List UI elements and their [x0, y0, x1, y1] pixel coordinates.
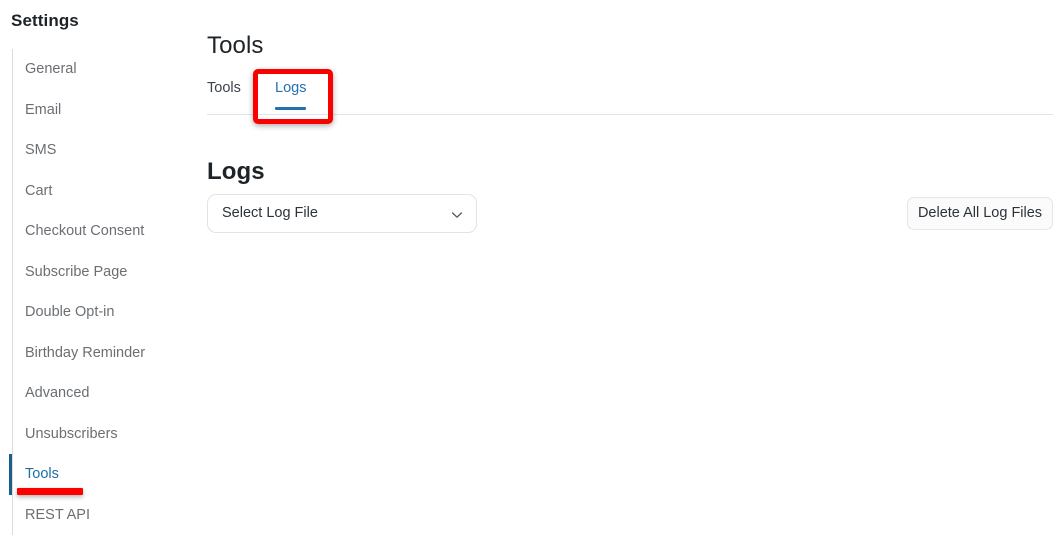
section-heading-logs: Logs	[207, 157, 265, 185]
sidebar-item-birthday-reminder[interactable]: Birthday Reminder	[13, 333, 196, 374]
delete-all-log-files-button[interactable]: Delete All Log Files	[907, 197, 1053, 230]
sidebar-item-label: REST API	[25, 506, 91, 523]
sidebar-item-subscribe-page[interactable]: Subscribe Page	[13, 252, 196, 293]
sidebar-item-label: General	[25, 61, 77, 77]
sidebar-item-tools[interactable]: Tools	[9, 454, 196, 495]
sidebar-item-double-opt-in[interactable]: Double Opt-in	[13, 292, 196, 333]
tab-bar-divider	[207, 114, 1053, 115]
main-content: Tools Tools Logs Logs Select Log File De…	[195, 0, 1063, 546]
tab-tools[interactable]: Tools	[207, 72, 241, 114]
sidebar-item-rest-api[interactable]: REST API	[13, 495, 196, 536]
log-file-select-value: Select Log File	[222, 205, 318, 221]
sidebar-item-label: Email	[25, 101, 62, 118]
sidebar-item-sms[interactable]: SMS	[13, 130, 196, 171]
sidebar-item-label: Birthday Reminder	[25, 344, 146, 361]
sidebar-item-label: Unsubscribers	[25, 425, 118, 442]
chevron-down-icon	[450, 208, 464, 222]
sidebar-item-label: SMS	[25, 142, 57, 158]
sidebar-item-checkout-consent[interactable]: Checkout Consent	[13, 211, 196, 252]
page-title: Tools	[207, 32, 264, 60]
sidebar-item-email[interactable]: Email	[13, 90, 196, 131]
sidebar-item-label: Tools	[25, 466, 59, 482]
sidebar-nav: General Email SMS Cart Checkout Consent …	[9, 49, 196, 536]
settings-page: Settings General Email SMS Cart Checkout…	[0, 0, 1063, 546]
sidebar-item-advanced[interactable]: Advanced	[13, 373, 196, 414]
sidebar-item-label: Advanced	[25, 385, 90, 401]
sidebar-item-unsubscribers[interactable]: Unsubscribers	[13, 414, 196, 455]
sidebar-item-label: Cart	[25, 182, 53, 199]
log-file-select[interactable]: Select Log File	[207, 194, 477, 233]
tab-bar: Tools Logs	[207, 72, 1053, 115]
tab-label: Tools	[207, 80, 241, 96]
sidebar-item-general[interactable]: General	[13, 49, 196, 90]
sidebar-item-label: Checkout Consent	[25, 223, 145, 239]
sidebar-title: Settings	[11, 11, 79, 30]
sidebar-item-label: Double Opt-in	[25, 304, 115, 320]
tab-logs[interactable]: Logs	[275, 72, 307, 114]
sidebar-item-label: Subscribe Page	[25, 263, 128, 280]
settings-sidebar: Settings General Email SMS Cart Checkout…	[0, 0, 195, 546]
tab-label: Logs	[275, 80, 307, 96]
sidebar-item-cart[interactable]: Cart	[13, 171, 196, 212]
